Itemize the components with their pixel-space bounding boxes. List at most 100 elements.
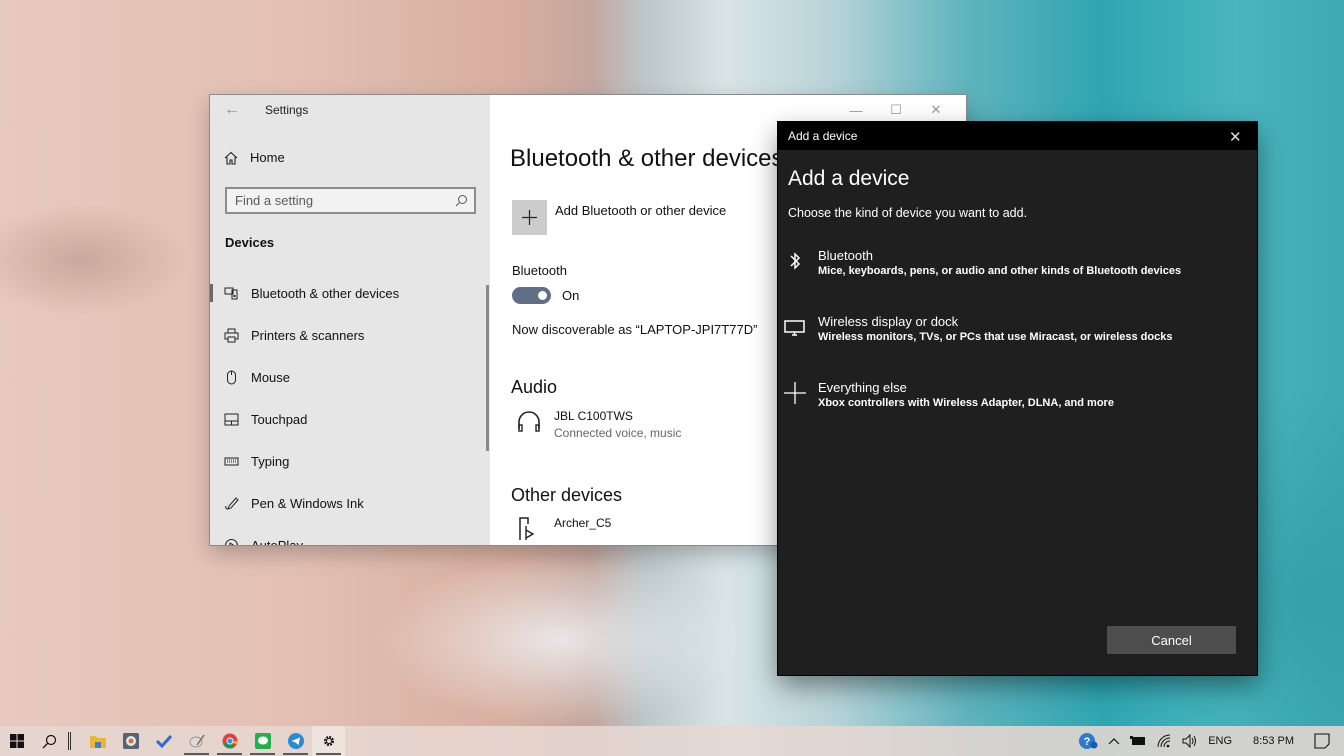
add-device-dialog: Add a device ✕ Add a device Choose the k… (778, 122, 1257, 675)
dialog-titlebar: Add a device ✕ (778, 122, 1257, 150)
start-button[interactable] (0, 726, 33, 756)
search-input[interactable] (227, 193, 447, 208)
home-label: Home (250, 150, 285, 165)
wifi-icon (1157, 734, 1171, 748)
add-device-button[interactable]: Add Bluetooth or other device (512, 200, 726, 235)
help-icon: ? (1079, 733, 1098, 749)
chrome-icon (222, 733, 238, 749)
sidebar-item-label: Pen & Windows Ink (251, 495, 364, 511)
dialog-subtitle: Choose the kind of device you want to ad… (788, 206, 1028, 220)
option-bluetooth[interactable]: Bluetooth Mice, keyboards, pens, or audi… (784, 248, 1244, 277)
option-everything-else[interactable]: Everything else Xbox controllers with Wi… (784, 380, 1244, 409)
chevron-up-icon (1108, 738, 1120, 745)
plus-icon (784, 382, 806, 404)
sidebar-item-label: Touchpad (251, 411, 308, 427)
add-box[interactable] (512, 200, 547, 235)
sidebar-item-label: AutoPlay (251, 537, 304, 546)
search-button[interactable] (33, 726, 66, 756)
bluetooth-icon (790, 252, 801, 270)
headphones-icon (518, 411, 540, 432)
bluetooth-toggle[interactable] (512, 287, 551, 304)
telegram-icon (287, 733, 304, 749)
taskbar-divider (68, 732, 71, 750)
bluetooth-state: On (562, 288, 580, 303)
taskbar-app[interactable] (114, 726, 147, 756)
sidebar-item-pen[interactable]: Pen & Windows Ink (210, 482, 490, 524)
media-device-icon (519, 517, 535, 540)
option-wireless-display[interactable]: Wireless display or dock Wireless monito… (784, 314, 1244, 343)
taskbar-paint[interactable] (180, 726, 213, 756)
volume-control[interactable] (1177, 726, 1203, 756)
plus-icon (522, 210, 537, 225)
other-devices-heading: Other devices (511, 485, 623, 505)
dialog-heading: Add a device (788, 167, 910, 190)
window-controls: — ☐ ✕ (836, 99, 956, 121)
battery-status[interactable] (1125, 726, 1151, 756)
discoverable-text: Now discoverable as “LAPTOP-JPI7T77D” (512, 322, 758, 337)
folder-icon (89, 736, 106, 748)
show-hidden-icons[interactable] (1103, 726, 1125, 756)
taskbar-file-explorer[interactable] (81, 726, 114, 756)
battery-icon (1130, 736, 1146, 745)
audio-device-item[interactable]: JBL C100TWS Connected voice, music (516, 409, 681, 440)
device-status: Connected voice, music (554, 426, 682, 440)
bluetooth-toggle-row: On (512, 287, 579, 304)
sidebar-item-autoplay[interactable]: AutoPlay (210, 524, 490, 545)
device-name: JBL C100TWS (554, 409, 633, 423)
option-title: Everything else (818, 380, 907, 395)
tray-help[interactable]: ? (1073, 726, 1103, 756)
search-icon (42, 734, 57, 748)
gear-icon (323, 736, 334, 746)
sidebar-item-typing[interactable]: Typing (210, 440, 490, 482)
option-title: Bluetooth (818, 248, 873, 263)
printer-icon (224, 328, 239, 342)
home-nav-item[interactable]: Home (224, 150, 285, 165)
option-description: Wireless monitors, TVs, or PCs that use … (818, 331, 1173, 343)
sidebar-item-touchpad[interactable]: Touchpad (210, 398, 490, 440)
dialog-titlebar-text: Add a device (788, 129, 858, 143)
language-indicator[interactable]: ENG (1203, 726, 1237, 756)
home-icon (224, 151, 238, 165)
taskbar-todo[interactable] (147, 726, 180, 756)
search-icon[interactable] (455, 194, 468, 207)
bluetooth-label: Bluetooth (512, 263, 567, 278)
windows-start-icon (9, 734, 24, 748)
sidebar-item-mouse[interactable]: Mouse (210, 356, 490, 398)
page-title: Bluetooth & other devices (510, 145, 784, 172)
taskbar-chrome[interactable] (213, 726, 246, 756)
chat-icon (254, 733, 271, 749)
sidebar-item-bluetooth[interactable]: Bluetooth & other devices (210, 272, 490, 314)
keyboard-icon (224, 457, 239, 465)
back-arrow-icon[interactable]: ← (224, 101, 240, 119)
mouse-icon (227, 370, 236, 384)
close-button[interactable]: ✕ (916, 99, 956, 121)
touchpad-icon (224, 413, 239, 425)
notification-icon (1314, 733, 1330, 749)
network-status[interactable] (1151, 726, 1177, 756)
app-icon (122, 733, 139, 749)
other-device-item[interactable]: Archer_C5 (516, 516, 611, 542)
speaker-icon (1182, 734, 1197, 748)
cancel-button[interactable]: Cancel (1107, 626, 1236, 654)
paint-icon (189, 734, 205, 748)
action-center-button[interactable] (1308, 726, 1344, 756)
clock[interactable]: 8:53 PM (1237, 726, 1308, 756)
taskbar-telegram[interactable] (279, 726, 312, 756)
search-box[interactable] (225, 187, 476, 214)
dialog-close-icon[interactable]: ✕ (1229, 128, 1245, 146)
minimize-button[interactable]: — (836, 99, 876, 121)
option-description: Mice, keyboards, pens, or audio and othe… (818, 265, 1182, 277)
sidebar-item-label: Bluetooth & other devices (251, 285, 400, 301)
sidebar-item-label: Mouse (251, 369, 291, 385)
sidebar-item-label: Typing (251, 453, 290, 469)
taskbar: ? ENG 8:53 PM (0, 726, 1344, 756)
sidebar-scrollbar[interactable] (486, 285, 489, 451)
sidebar-nav: Bluetooth & other devices Printers & sca… (210, 272, 490, 545)
taskbar-settings[interactable] (312, 726, 345, 756)
sidebar-item-printers[interactable]: Printers & scanners (210, 314, 490, 356)
add-device-label: Add Bluetooth or other device (555, 203, 727, 218)
autoplay-icon (225, 538, 238, 545)
maximize-button[interactable]: ☐ (876, 99, 916, 121)
bluetooth-devices-icon (224, 287, 238, 299)
taskbar-line[interactable] (246, 726, 279, 756)
